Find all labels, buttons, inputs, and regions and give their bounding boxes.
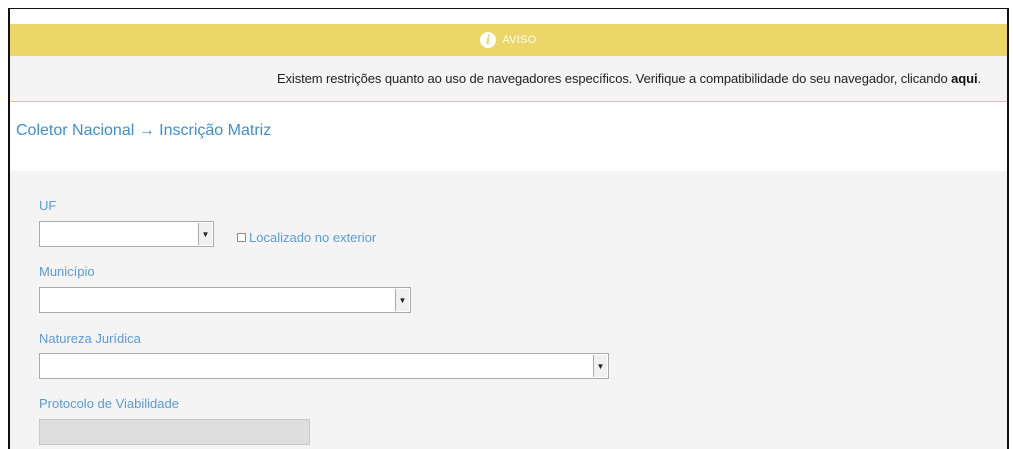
municipio-label: Município	[39, 264, 95, 279]
breadcrumb: Coletor Nacional → Inscrição Matriz	[16, 122, 272, 139]
info-icon: i	[480, 32, 497, 48]
page-frame: i AVISO Existem restrições quanto ao uso…	[8, 8, 1009, 449]
chevron-down-icon[interactable]: ▼	[395, 289, 409, 311]
natureza-select[interactable]: ▼	[39, 353, 609, 379]
uf-label: UF	[39, 198, 57, 213]
protocolo-input	[39, 419, 310, 445]
warning-message: Existem restrições quanto ao uso de nave…	[10, 56, 1007, 102]
abroad-option[interactable]: Localizado no exterior	[237, 230, 376, 245]
abroad-checkbox[interactable]	[237, 233, 246, 242]
form-panel: UF ▼ Localizado no exterior Município ▼ …	[10, 171, 1007, 449]
uf-select[interactable]: ▼	[39, 221, 214, 247]
warning-title: AVISO	[502, 34, 537, 46]
protocolo-label: Protocolo de Viabilidade	[39, 396, 179, 411]
compatibility-link[interactable]: aqui	[951, 71, 977, 86]
abroad-label[interactable]: Localizado no exterior	[249, 230, 376, 245]
warning-text-end: .	[977, 71, 981, 86]
chevron-down-icon[interactable]: ▼	[593, 355, 607, 377]
natureza-label: Natureza Jurídica	[39, 331, 141, 346]
warning-header: i AVISO	[10, 24, 1007, 56]
warning-text: Existem restrições quanto ao uso de nave…	[276, 71, 952, 86]
chevron-down-icon[interactable]: ▼	[198, 223, 212, 245]
municipio-select[interactable]: ▼	[39, 287, 411, 313]
